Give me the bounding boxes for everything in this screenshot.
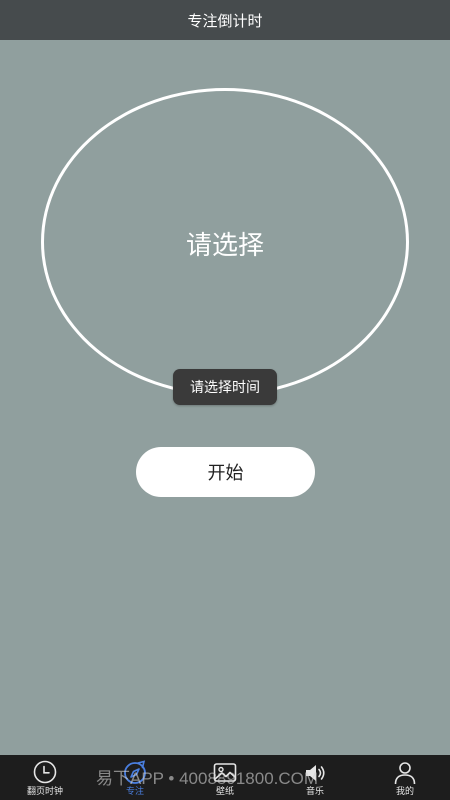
tab-focus[interactable]: 专注 <box>90 755 180 800</box>
clock-icon <box>33 760 57 784</box>
tab-label: 我的 <box>395 787 414 797</box>
tab-flip-clock[interactable]: 翻页时钟 <box>0 755 90 800</box>
compass-icon <box>124 760 146 784</box>
tab-label: 翻页时钟 <box>26 787 63 797</box>
person-icon <box>394 762 416 785</box>
toast-text: 请选择时间 <box>190 380 260 396</box>
title-bar: 专注倒计时 <box>0 0 450 40</box>
bottom-tab-bar: 翻页时钟 专注 壁纸 音乐 我的 <box>0 755 450 800</box>
image-icon <box>213 763 237 782</box>
tab-music[interactable]: 音乐 <box>270 755 360 800</box>
tab-label: 音乐 <box>305 787 324 797</box>
tab-profile[interactable]: 我的 <box>360 755 450 800</box>
tab-label: 专注 <box>125 787 144 797</box>
start-button[interactable]: 开始 <box>136 447 315 497</box>
tab-label: 壁纸 <box>215 787 234 797</box>
tab-wallpaper[interactable]: 壁纸 <box>180 755 270 800</box>
timer-display[interactable]: 请选择 <box>0 226 450 266</box>
page-title: 专注倒计时 <box>187 11 263 30</box>
focus-countdown-screen: 专注倒计时 请选择 请选择时间 开始 翻页时钟 专注 壁纸 音乐 我的 易下AP… <box>0 0 450 800</box>
speaker-icon <box>306 765 325 781</box>
toast-message: 请选择时间 <box>173 369 277 405</box>
